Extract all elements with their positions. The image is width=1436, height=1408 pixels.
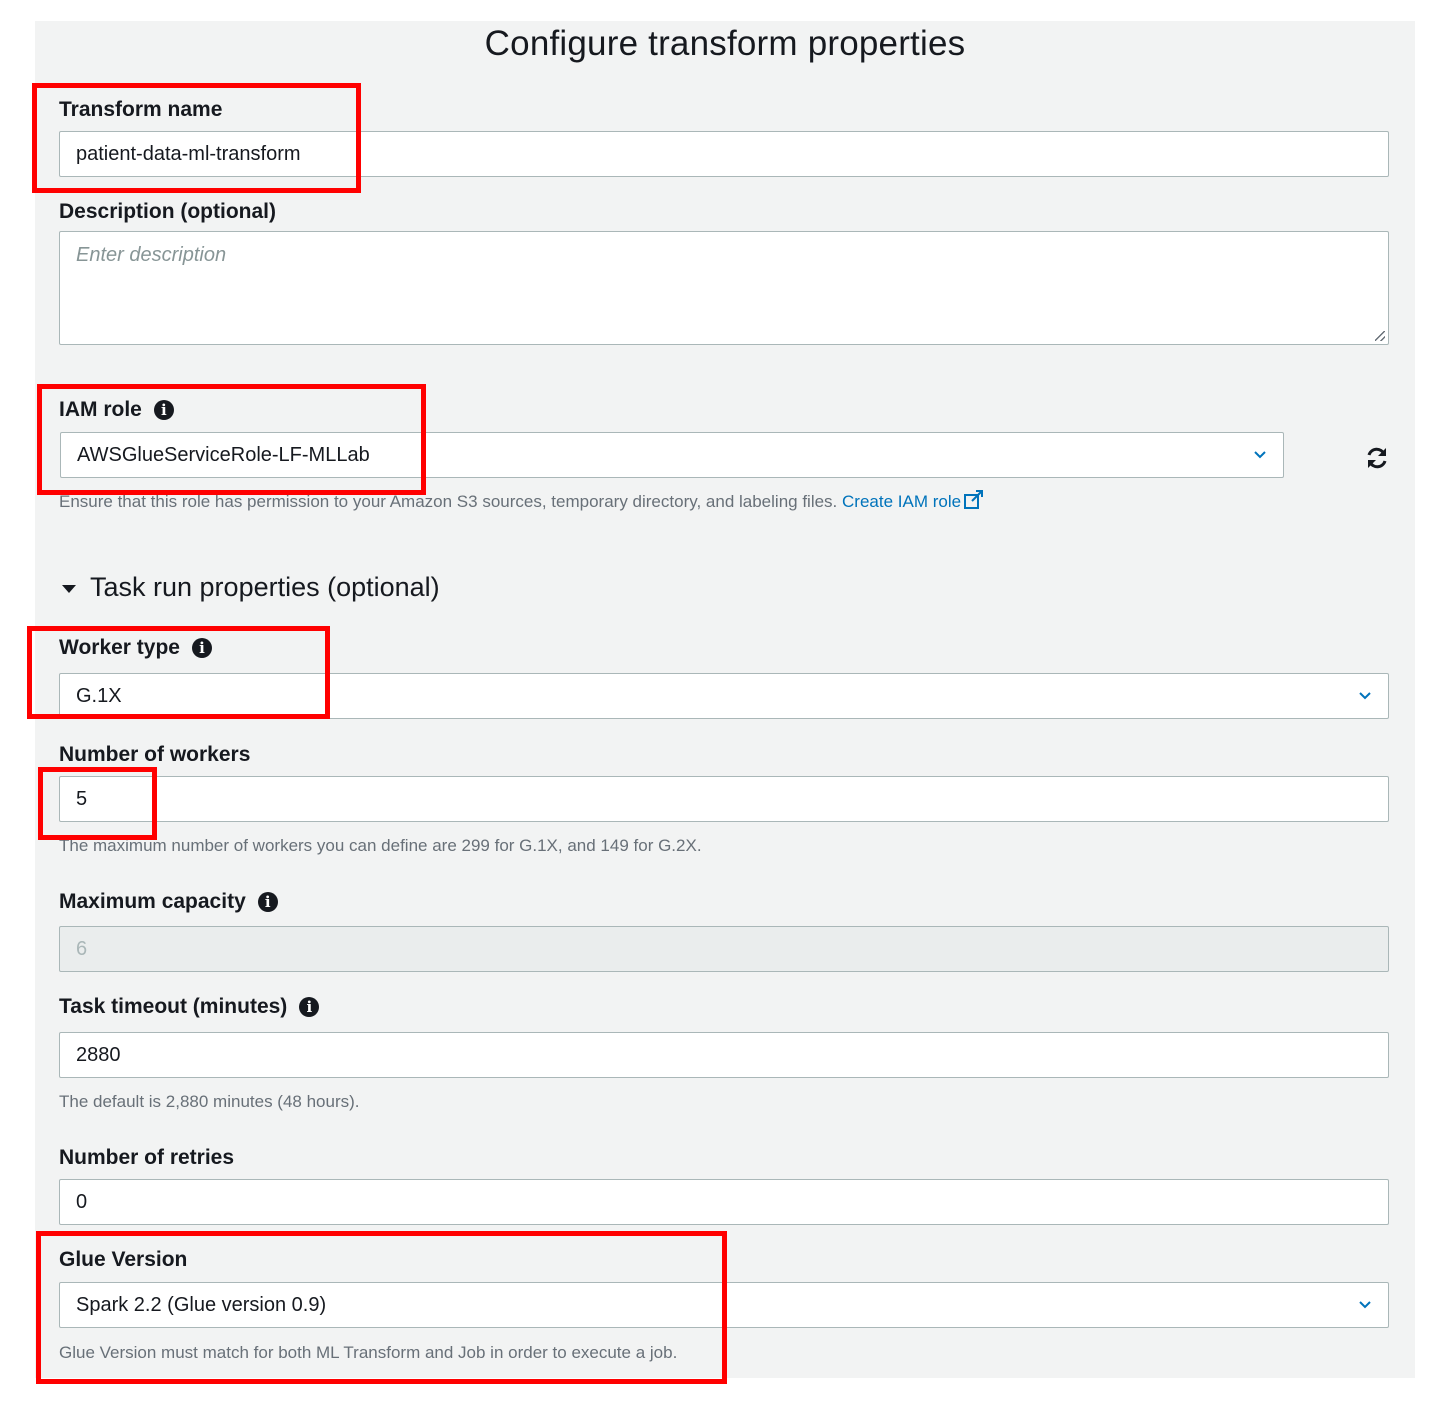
highlight-box-worker-type [27, 626, 330, 719]
max-capacity-label: Maximum capacity i [59, 890, 278, 914]
highlight-box-num-workers [38, 767, 157, 840]
highlight-box-iam-role [37, 384, 426, 495]
chevron-down-icon [1359, 692, 1371, 700]
task-timeout-label: Task timeout (minutes) i [59, 995, 320, 1019]
max-capacity-input: 6 [59, 926, 1389, 972]
task-timeout-label-text: Task timeout (minutes) [59, 995, 288, 1018]
task-timeout-hint: The default is 2,880 minutes (48 hours). [59, 1092, 360, 1111]
create-iam-role-link-text: Create IAM role [842, 492, 962, 511]
info-icon[interactable]: i [257, 892, 278, 912]
refresh-icon[interactable] [1364, 445, 1390, 471]
num-retries-value: 0 [76, 1190, 88, 1213]
caret-down-icon [62, 584, 76, 593]
num-workers-input[interactable]: 5 [59, 776, 1389, 822]
description-label-text: Description (optional) [59, 200, 276, 223]
task-run-section-title: Task run properties (optional) [90, 572, 440, 602]
num-retries-input[interactable]: 0 [59, 1179, 1389, 1225]
chevron-down-icon [1254, 451, 1266, 459]
num-workers-label: Number of workers [59, 743, 250, 767]
num-workers-label-text: Number of workers [59, 743, 251, 766]
highlight-box-glue-version [36, 1231, 727, 1384]
num-retries-label-text: Number of retries [59, 1146, 235, 1169]
task-timeout-input[interactable]: 2880 [59, 1032, 1389, 1078]
resize-handle-icon[interactable] [1375, 331, 1385, 341]
description-textarea[interactable]: Enter description [59, 231, 1389, 345]
description-label: Description (optional) [59, 200, 276, 224]
external-link-icon [964, 490, 984, 509]
max-capacity-value: 6 [76, 937, 88, 960]
description-placeholder: Enter description [76, 244, 227, 266]
task-timeout-value: 2880 [76, 1043, 121, 1066]
info-icon[interactable]: i [299, 997, 320, 1017]
num-retries-label: Number of retries [59, 1146, 234, 1170]
max-capacity-label-text: Maximum capacity [59, 890, 246, 913]
chevron-down-icon [1359, 1301, 1371, 1309]
page-title: Configure transform properties [484, 24, 966, 63]
create-iam-role-link[interactable]: Create IAM role [842, 490, 985, 511]
task-run-section-toggle[interactable]: Task run properties (optional) [62, 572, 440, 603]
highlight-box-transform-name [32, 83, 361, 193]
